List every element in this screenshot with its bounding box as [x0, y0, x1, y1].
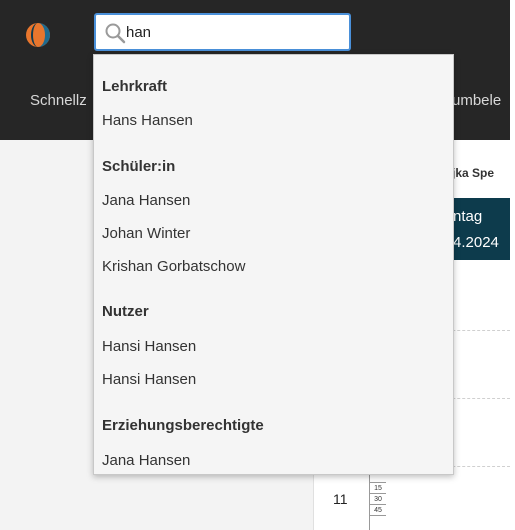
quarter-label: 15: [370, 483, 386, 494]
result-item[interactable]: Hansi Hansen: [102, 371, 196, 388]
result-item[interactable]: Jana Hansen: [102, 452, 190, 469]
result-item[interactable]: Johan Winter: [102, 225, 190, 242]
day-date: 4.2024: [453, 234, 499, 251]
quarter-ticks: 15 30 45: [369, 472, 386, 530]
result-item[interactable]: Hans Hansen: [102, 112, 193, 129]
result-item[interactable]: Krishan Gorbatschow: [102, 258, 245, 275]
search-box[interactable]: [94, 13, 351, 51]
app-logo-icon[interactable]: [25, 22, 51, 48]
top-bar: [0, 0, 510, 56]
group-heading-erziehungsberechtigte: Erziehungsberechtigte: [102, 417, 264, 434]
search-icon: [105, 23, 126, 44]
hour-label: 11: [333, 491, 348, 507]
nav-item-schnellzugriff[interactable]: Schnellz: [30, 92, 87, 109]
result-item[interactable]: Jana Hansen: [102, 192, 190, 209]
nav-item-umbelegung[interactable]: umbele: [452, 92, 501, 109]
group-heading-lehrkraft: Lehrkraft: [102, 78, 168, 95]
result-item[interactable]: Hansi Hansen: [102, 338, 196, 355]
teacher-name: jka Spe: [452, 166, 495, 180]
day-name: ntag: [453, 208, 483, 225]
group-heading-nutzer: Nutzer: [102, 303, 149, 320]
quarter-label: 30: [370, 494, 386, 505]
search-input[interactable]: [126, 21, 341, 43]
group-heading-schueler: Schüler:in: [102, 158, 176, 175]
search-results-dropdown: Lehrkraft Hans Hansen Schüler:in Jana Ha…: [93, 54, 454, 475]
quarter-label: 45: [370, 505, 386, 516]
